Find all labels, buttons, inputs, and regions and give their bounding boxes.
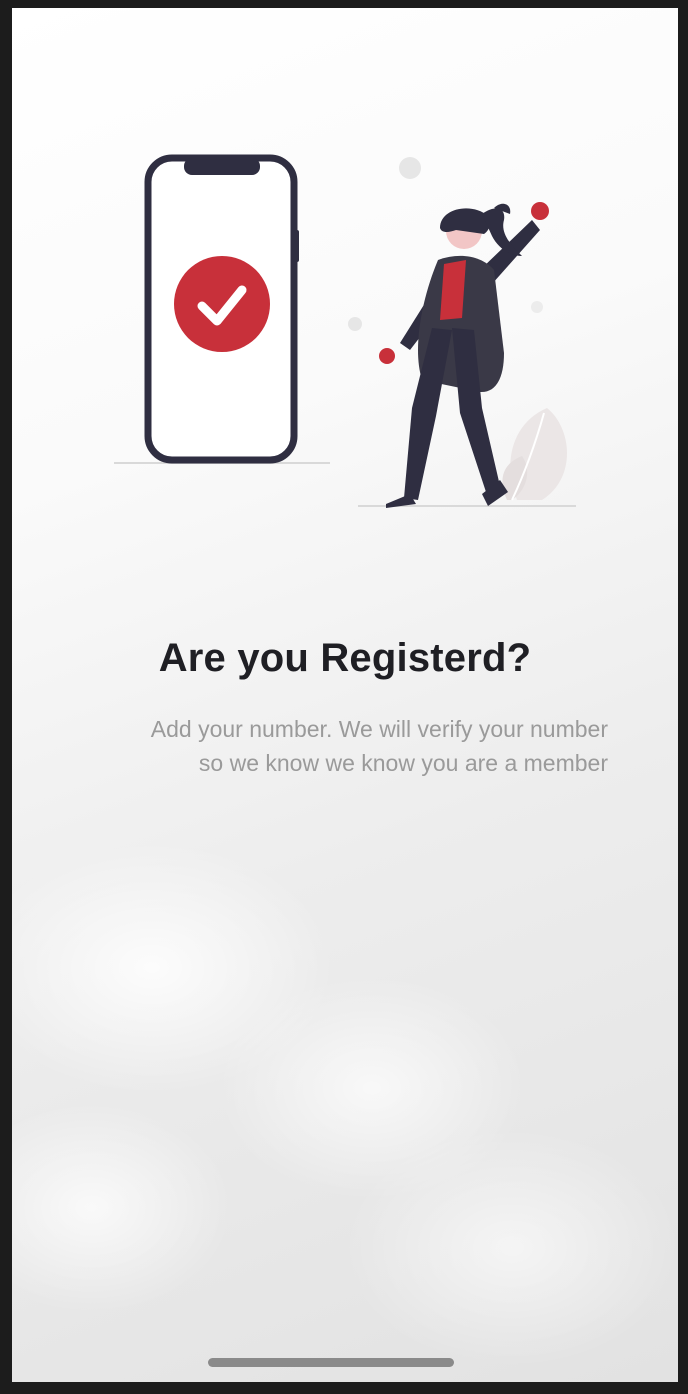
home-indicator[interactable] (208, 1358, 454, 1367)
registration-illustration (114, 154, 576, 508)
page-subtitle: Add your number. We will verify your num… (72, 712, 608, 780)
page-title: Are you Registerd? (158, 636, 532, 680)
decor-dot-1 (399, 157, 421, 179)
plant-decoration (502, 408, 567, 501)
device-frame: Are you Registerd? Add your number. We w… (0, 0, 688, 1394)
decor-dot-2 (348, 317, 362, 331)
background-fog (12, 788, 678, 1382)
onboarding-screen: Are you Registerd? Add your number. We w… (12, 8, 678, 1382)
subtitle-line-2: so we know we know you are a member (198, 750, 608, 776)
checkmark-icon (174, 256, 270, 352)
subtitle-line-1: Add your number. We will verify your num… (150, 716, 608, 742)
decor-dot-3 (531, 301, 543, 313)
